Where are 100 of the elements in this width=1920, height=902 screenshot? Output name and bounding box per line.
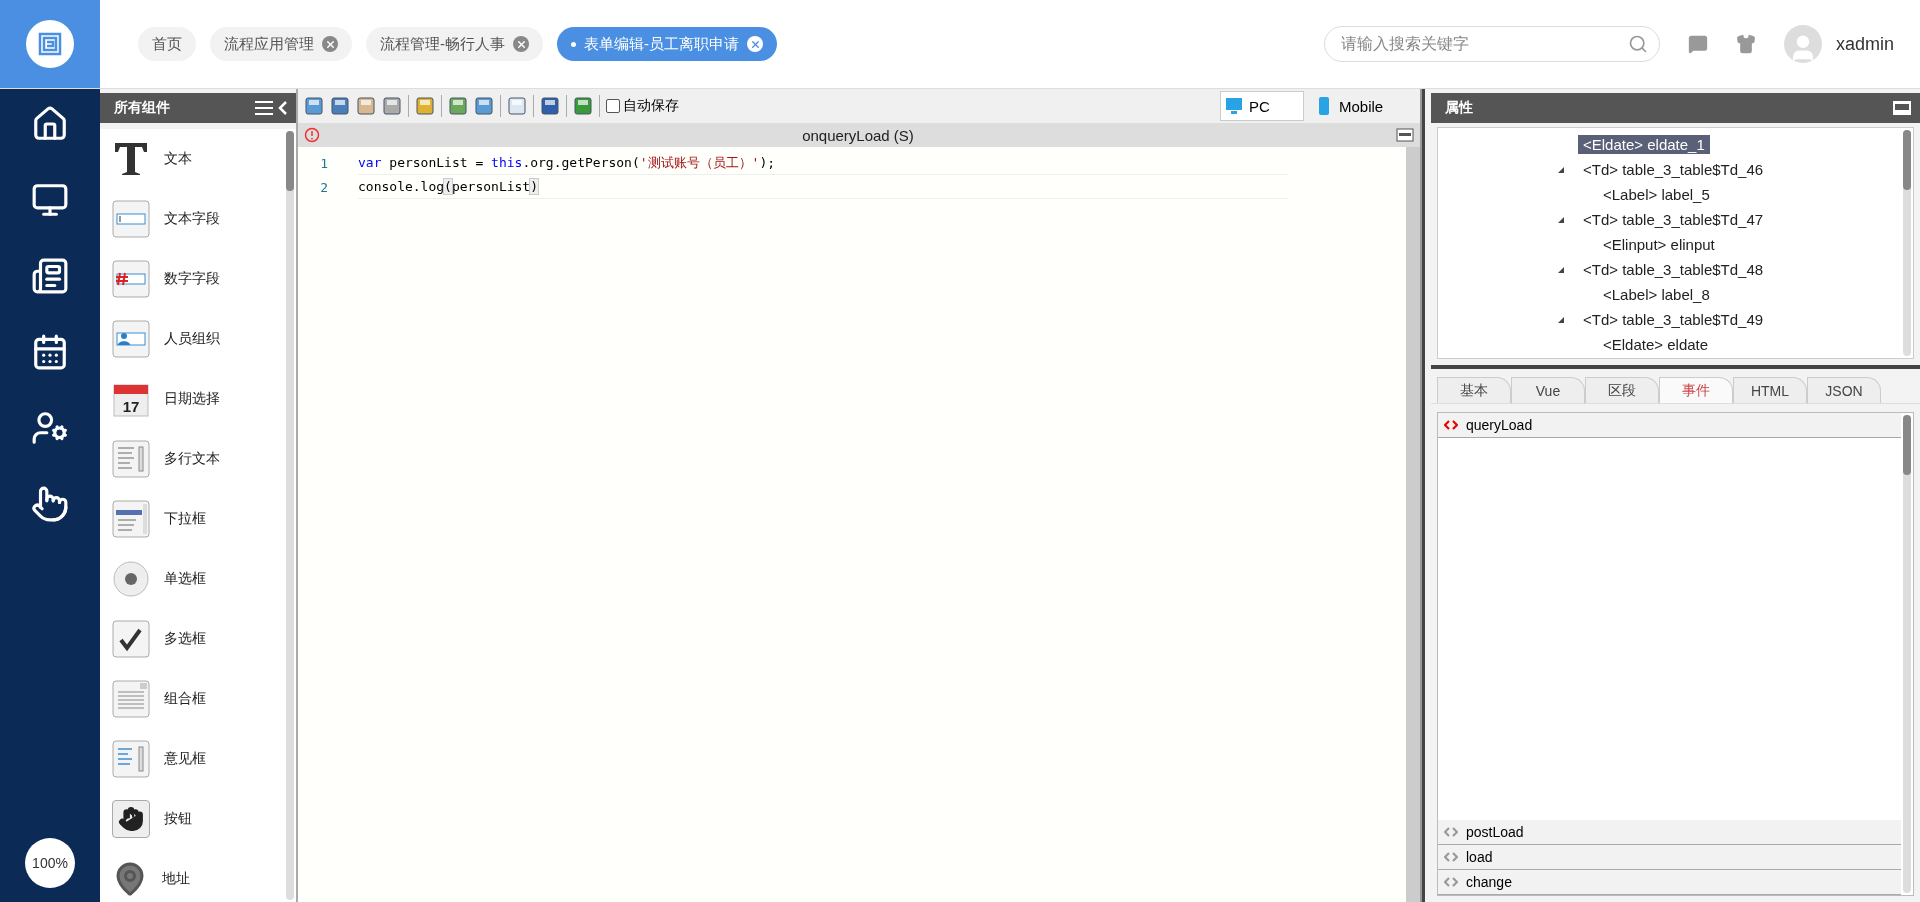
code-brackets-icon <box>1444 852 1458 862</box>
code-line: console.log(personList) <box>358 175 1288 199</box>
event-name: load <box>1466 849 1493 865</box>
nav-button[interactable] <box>31 105 69 143</box>
component-item[interactable]: 地址 <box>100 849 284 902</box>
tree-node[interactable]: <Elinput> elinput <box>1598 235 1720 254</box>
expand-triangle-icon[interactable] <box>1558 316 1564 323</box>
text-area-icon <box>112 440 150 478</box>
tree-node[interactable]: <Eldate> eldate <box>1598 335 1714 354</box>
close-icon[interactable] <box>322 36 338 52</box>
user-name[interactable]: xadmin <box>1835 33 1894 55</box>
search-icon[interactable] <box>1627 34 1648 54</box>
component-item[interactable]: 单选框 <box>100 549 284 609</box>
scrollbar[interactable] <box>1406 147 1420 902</box>
panel-title: 所有组件 <box>114 99 170 117</box>
code-brackets-icon <box>1444 827 1458 837</box>
scrollbar[interactable] <box>1903 130 1911 356</box>
page-tab[interactable]: 流程应用管理 <box>210 27 352 61</box>
property-tab[interactable]: JSON <box>1807 377 1881 403</box>
property-tab[interactable]: HTML <box>1733 377 1807 403</box>
zoom-level[interactable]: 100% <box>25 838 75 888</box>
menu-icon[interactable] <box>254 100 274 116</box>
radio-icon <box>112 560 150 598</box>
tree-node[interactable]: <Td> table_3_table$Td_47 <box>1578 210 1769 229</box>
scrollbar[interactable] <box>1903 415 1911 893</box>
view-toggle[interactable]: Mobile <box>1310 91 1394 121</box>
expand-triangle-icon[interactable] <box>1558 216 1564 223</box>
minimize-icon[interactable] <box>1892 100 1912 116</box>
tree-node[interactable]: <Td> table_3_table$Td_48 <box>1578 260 1769 279</box>
component-item[interactable]: 文本字段 <box>100 189 284 249</box>
property-tab[interactable]: 事件 <box>1659 377 1733 403</box>
property-tab[interactable]: 区段 <box>1585 377 1659 403</box>
number-field-icon <box>112 260 150 298</box>
component-item[interactable]: 下拉框 <box>100 489 284 549</box>
event-row[interactable]: postLoad <box>1438 820 1901 845</box>
event-name: queryLoad <box>1466 417 1533 433</box>
expand-triangle-icon[interactable] <box>1558 166 1564 173</box>
component-item[interactable]: 人员组织 <box>100 309 284 369</box>
tree-node[interactable]: <Eldate> eldate_1 <box>1578 135 1710 154</box>
autosave-checkbox[interactable]: 自动保存 <box>606 97 679 115</box>
chevron-left-icon[interactable] <box>278 100 288 116</box>
close-icon[interactable] <box>747 36 763 52</box>
home-icon <box>31 105 69 143</box>
component-item[interactable]: 组合框 <box>100 669 284 729</box>
component-item[interactable]: 文本 <box>100 129 284 189</box>
message-icon[interactable] <box>1687 34 1708 54</box>
page-tab[interactable]: 流程管理-畅行人事 <box>366 27 543 61</box>
component-item[interactable]: 数字字段 <box>100 249 284 309</box>
component-item[interactable]: 多选框 <box>100 609 284 669</box>
event-name: postLoad <box>1466 824 1524 840</box>
tree-node[interactable]: <Label> label_5 <box>1598 185 1715 204</box>
info-icon[interactable] <box>304 127 320 143</box>
close-icon[interactable] <box>513 36 529 52</box>
event-row[interactable]: change <box>1438 870 1901 895</box>
logo-tile[interactable] <box>0 0 100 88</box>
active-dot-icon <box>571 41 576 47</box>
nav-button[interactable] <box>31 409 69 447</box>
code-line: var personList = this.org.getPerson('测试账号（员工）'); <box>358 151 1288 175</box>
search-field[interactable]: 请输入搜索关键字 <box>1323 26 1660 62</box>
text-field-icon <box>112 200 150 238</box>
opinion-box-icon <box>112 740 150 778</box>
component-item[interactable]: 按钮 <box>100 789 284 849</box>
nav-button[interactable] <box>31 333 69 371</box>
component-item[interactable]: 多行文本 <box>100 429 284 489</box>
code-brackets-icon <box>1444 420 1458 430</box>
hand-button-icon <box>112 800 150 838</box>
person-field-icon <box>112 320 150 358</box>
component-item[interactable]: 意见框 <box>100 729 284 789</box>
scrollbar[interactable] <box>286 131 294 900</box>
tree-node[interactable]: <Td> table_3_table$Td_46 <box>1578 160 1769 179</box>
tree-node[interactable]: <Label> label_8 <box>1598 285 1715 304</box>
view-toggle[interactable]: PC <box>1220 91 1304 121</box>
letter-t-icon <box>112 140 150 178</box>
monitor-icon <box>31 181 69 219</box>
dropdown-list-icon <box>112 500 150 538</box>
event-row[interactable]: queryLoad <box>1438 413 1901 438</box>
nav-button[interactable] <box>31 181 69 219</box>
tree-node[interactable]: <Td> table_3_table$Td_49 <box>1578 310 1769 329</box>
nav-button[interactable] <box>31 257 69 295</box>
combo-box-icon <box>112 680 150 718</box>
save-icon[interactable] <box>304 96 324 116</box>
shirt-icon[interactable] <box>1735 34 1756 54</box>
calendar-icon <box>31 333 69 371</box>
pointer-hand-icon <box>31 485 69 523</box>
line-number: 1 <box>319 155 328 171</box>
event-row[interactable]: load <box>1438 845 1901 870</box>
expand-triangle-icon[interactable] <box>1558 266 1564 273</box>
checkbox-icon <box>112 620 150 658</box>
property-tab[interactable]: Vue <box>1511 377 1585 403</box>
property-tab[interactable]: 基本 <box>1437 377 1511 403</box>
event-name: change <box>1466 874 1512 890</box>
line-number: 2 <box>319 179 328 195</box>
logo-icon <box>25 19 75 69</box>
page-tab[interactable]: 首页 <box>138 27 196 61</box>
nav-button[interactable] <box>31 485 69 523</box>
newspaper-icon <box>31 257 69 295</box>
minimize-icon[interactable] <box>1396 128 1414 142</box>
component-item[interactable]: 17 日期选择 <box>100 369 284 429</box>
code-brackets-icon <box>1444 877 1458 887</box>
monitor-icon <box>1225 96 1243 116</box>
